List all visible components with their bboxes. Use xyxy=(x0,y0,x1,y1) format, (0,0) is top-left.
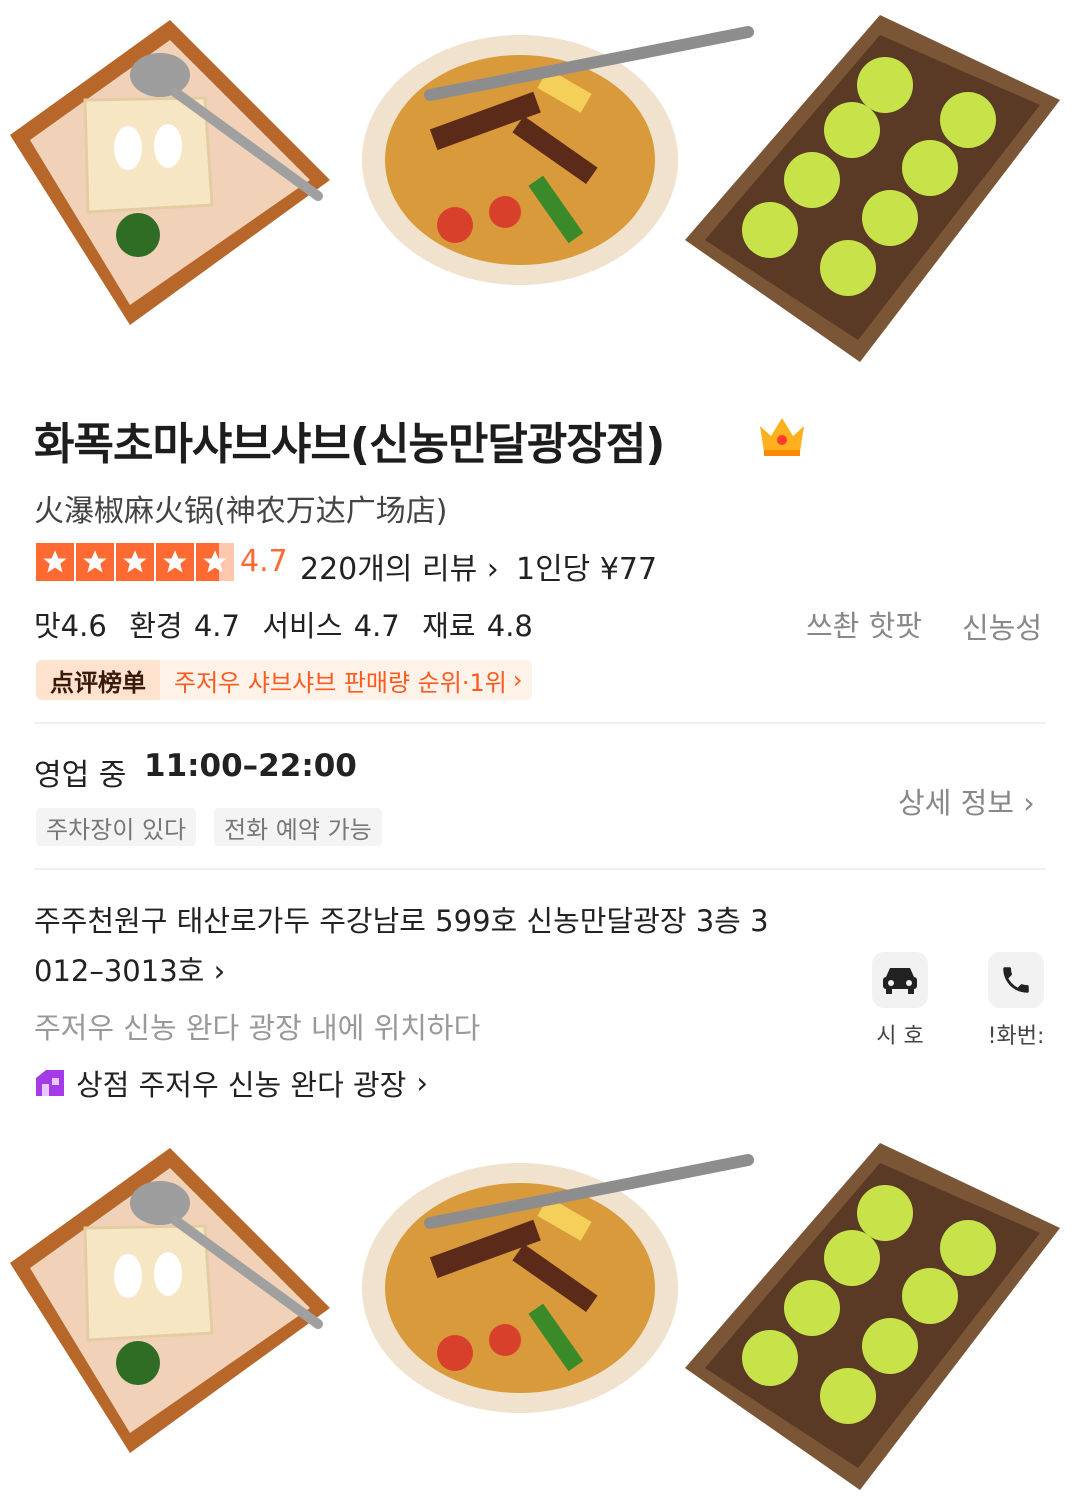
navigation-button[interactable] xyxy=(872,952,928,1008)
star-icon xyxy=(156,543,194,581)
tofu-tray-illustration xyxy=(10,20,330,325)
phone-button[interactable] xyxy=(988,952,1044,1008)
chevron-right-icon: › xyxy=(486,552,499,587)
phone-label: !화번: xyxy=(987,1024,1045,1049)
chevron-right-icon: › xyxy=(416,1066,428,1100)
store-icon xyxy=(34,1068,66,1098)
address-line-2[interactable]: 012–3013호 › xyxy=(34,948,225,990)
details-label: 상세 정보 xyxy=(898,786,1014,820)
sub-scores: 맛4.6 환경 4.7 서비스 4.7 재료 4.8 xyxy=(34,609,533,643)
reviews-link[interactable]: 220개의 리뷰 › xyxy=(300,544,499,588)
category-tag[interactable]: 쓰촨 핫팟 xyxy=(806,603,922,645)
store-name-chinese: 火瀑椒麻火锅(神农万达广场店) xyxy=(34,494,448,529)
details-link[interactable]: 상세 정보 › xyxy=(898,780,1035,822)
divider xyxy=(34,868,1046,870)
rice-bowl-illustration xyxy=(362,1154,754,1413)
address-line-2-text: 012–3013호 xyxy=(34,954,205,988)
car-icon xyxy=(883,968,917,994)
star-icon xyxy=(76,543,114,581)
green-balls-tray-illustration xyxy=(685,15,1060,362)
area-tag[interactable]: 신농성 xyxy=(962,605,1042,647)
store-name: 화폭초마샤브샤브(신농만달광장점) xyxy=(34,419,665,470)
ranking-label: 주저우 샤브샤브 판매량 순위·1위 xyxy=(174,668,507,697)
food-illustrations-bottom xyxy=(0,1128,1080,1498)
chevron-right-icon: › xyxy=(213,954,226,988)
rating-value: 4.7 xyxy=(240,544,288,579)
feature-chip-phone-reservation: 전화 예약 가능 xyxy=(214,808,382,846)
open-status: 영업 중 xyxy=(34,758,127,793)
address-line-1[interactable]: 주주천원구 태산로가두 주강남로 599호 신농만달광장 3층 3 xyxy=(34,898,769,940)
crown-icon xyxy=(756,412,808,460)
food-illustrations-top xyxy=(0,0,1080,370)
ranking-badge: 点评榜单 xyxy=(36,660,160,700)
half-star-icon xyxy=(196,543,234,581)
reviews-count: 220개의 리뷰 xyxy=(300,552,478,587)
mall-label: 상점 주저우 신농 완다 광장 xyxy=(76,1068,407,1102)
green-balls-tray-illustration xyxy=(685,1143,1060,1490)
star-icon xyxy=(36,543,74,581)
location-note: 주저우 신농 완다 광장 내에 위치하다 xyxy=(34,1011,481,1045)
rice-bowl-illustration xyxy=(362,26,754,285)
divider xyxy=(34,722,1046,724)
chevron-right-icon: › xyxy=(1023,786,1035,820)
phone-icon xyxy=(1003,967,1029,993)
feature-chip-parking: 주차장이 있다 xyxy=(36,808,197,846)
navigation-label: 시 호 xyxy=(876,1024,924,1049)
star-icon xyxy=(116,543,154,581)
opening-hours: 11:00–22:00 xyxy=(144,748,357,784)
chevron-right-icon: › xyxy=(512,666,523,694)
tofu-tray-illustration xyxy=(10,1148,330,1453)
rating-stars xyxy=(36,543,234,581)
ranking-text: 주저우 샤브샤브 판매량 순위·1위 › xyxy=(160,660,533,700)
ranking-banner[interactable]: 点评榜单 주저우 샤브샤브 판매량 순위·1위 › xyxy=(36,660,533,700)
mall-link[interactable]: 상점 주저우 신농 완다 광장 › xyxy=(34,1062,428,1104)
price-per-person: 1인당 ¥77 xyxy=(516,552,658,587)
